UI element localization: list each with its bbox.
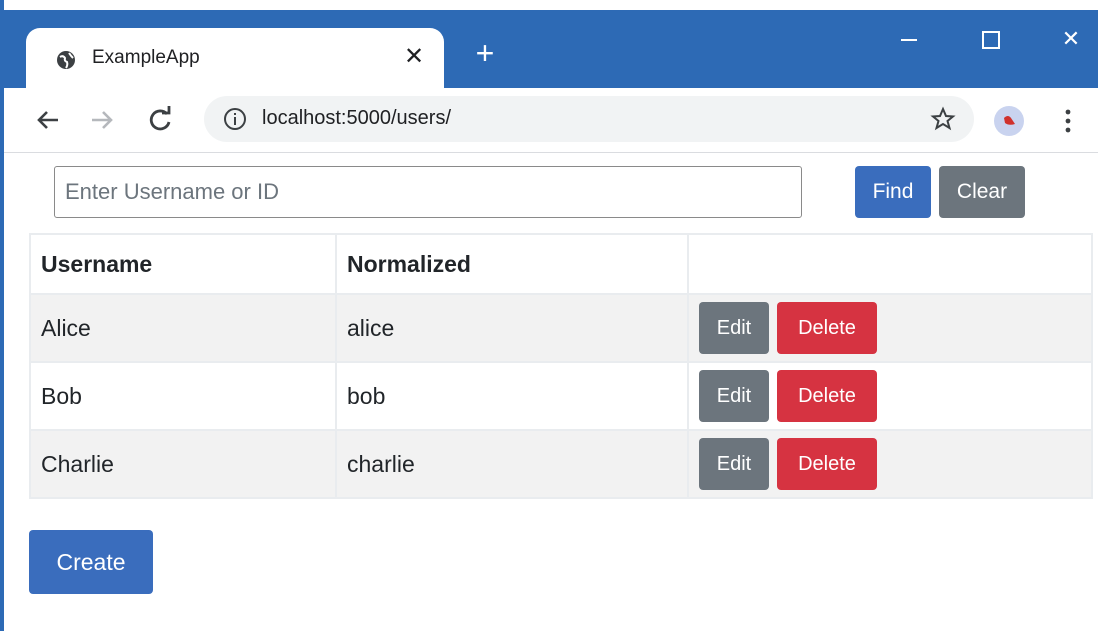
close-window-button[interactable]: ✕ [1046, 22, 1096, 56]
delete-button[interactable]: Delete [777, 370, 877, 422]
profile-avatar[interactable] [994, 106, 1024, 136]
new-tab-plus-icon[interactable]: + [470, 37, 500, 69]
menu-kebab-icon[interactable] [1058, 106, 1078, 136]
back-arrow-icon[interactable] [30, 102, 66, 138]
globe-icon [57, 51, 75, 69]
header-normalized: Normalized [335, 233, 689, 295]
delete-button[interactable]: Delete [777, 438, 877, 490]
browser-window: ExampleApp ✕ + ✕ localhost:5000/users/ E… [0, 0, 1098, 631]
forward-arrow-icon[interactable] [84, 102, 120, 138]
minimize-button[interactable] [884, 22, 934, 56]
normalized-cell: bob [335, 361, 689, 431]
minimize-icon [901, 39, 917, 42]
browser-toolbar: localhost:5000/users/ [4, 88, 1098, 153]
find-button[interactable]: Find [855, 166, 931, 218]
clear-button[interactable]: Clear [939, 166, 1025, 218]
info-icon[interactable] [222, 106, 248, 132]
edit-button[interactable]: Edit [699, 438, 769, 490]
actions-cell: Edit Delete [687, 293, 1093, 363]
table-row: Alice alice Edit Delete [29, 293, 1093, 363]
reload-icon[interactable] [142, 102, 178, 138]
normalized-cell: charlie [335, 429, 689, 499]
username-cell: Bob [29, 361, 337, 431]
tab-title: ExampleApp [92, 47, 200, 68]
bird-avatar-icon [1004, 116, 1015, 125]
window-top-edge [4, 0, 1098, 10]
address-bar[interactable]: localhost:5000/users/ [204, 96, 974, 142]
close-icon: ✕ [1061, 26, 1081, 51]
table-header-row: Username Normalized [29, 233, 1093, 295]
maximize-button[interactable] [966, 22, 1016, 56]
create-button[interactable]: Create [29, 530, 153, 594]
tab-close-icon[interactable]: ✕ [404, 42, 424, 71]
bookmark-star-icon[interactable] [930, 106, 956, 132]
browser-tab[interactable]: ExampleApp ✕ [26, 28, 444, 90]
actions-cell: Edit Delete [687, 429, 1093, 499]
edit-button[interactable]: Edit [699, 370, 769, 422]
table-row: Charlie charlie Edit Delete [29, 429, 1093, 499]
username-cell: Charlie [29, 429, 337, 499]
header-username: Username [29, 233, 337, 295]
users-table: Username Normalized Alice alice Edit Dele… [29, 233, 1093, 499]
edit-button[interactable]: Edit [699, 302, 769, 354]
delete-button[interactable]: Delete [777, 302, 877, 354]
actions-cell: Edit Delete [687, 361, 1093, 431]
maximize-icon [982, 31, 1000, 50]
url-text: localhost:5000/users/ [262, 107, 452, 129]
normalized-cell: alice [335, 293, 689, 363]
username-cell: Alice [29, 293, 337, 363]
search-input[interactable] [54, 166, 802, 218]
table-row: Bob bob Edit Delete [29, 361, 1093, 431]
header-actions [687, 233, 1093, 295]
